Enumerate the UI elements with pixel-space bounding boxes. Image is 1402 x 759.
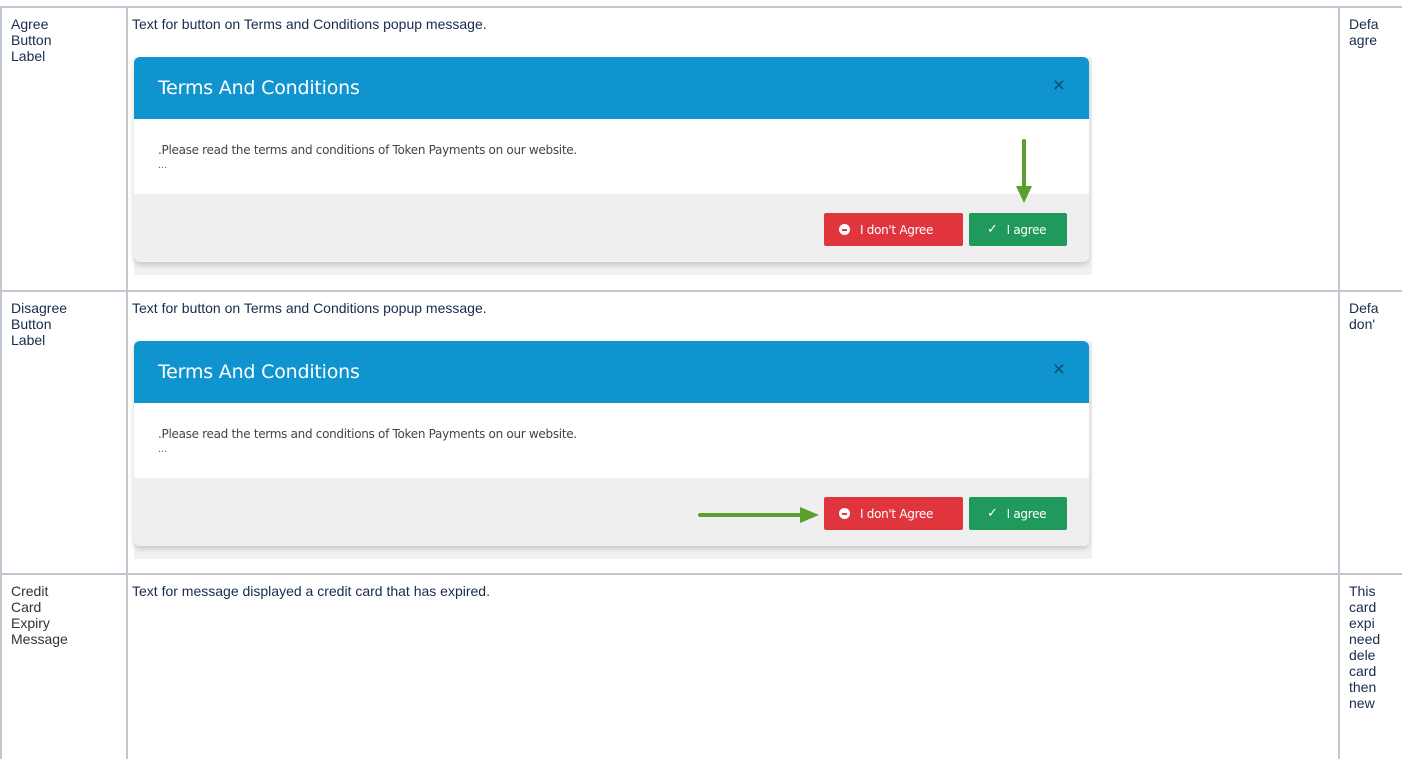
modal-body-text: .Please read the terms and conditions of… (158, 427, 577, 441)
close-icon[interactable]: × (1053, 358, 1065, 382)
check-icon: ✓ (987, 222, 998, 237)
parameters-table: Agree Button Label Text for button on Te… (0, 6, 1402, 759)
terms-modal: Terms And Conditions × .Please read the … (134, 341, 1089, 546)
agree-button-label: I agree (1006, 222, 1047, 237)
description-cell: Text for message displayed a credit card… (126, 575, 1338, 759)
parameter-name: Credit Card Expiry Message (11, 583, 68, 647)
parameter-description: Text for message displayed a credit card… (132, 583, 490, 599)
modal-body-text: .Please read the terms and conditions of… (158, 143, 577, 157)
modal-footer: I don't Agree ✓ I agree (134, 478, 1089, 546)
description-cell: Text for button on Terms and Conditions … (126, 292, 1338, 573)
agree-button[interactable]: ✓ I agree (969, 213, 1067, 246)
parameter-description: Text for button on Terms and Conditions … (132, 300, 487, 316)
default-cell: This card expi need dele card then new (1338, 575, 1402, 759)
minus-circle-icon (839, 508, 850, 519)
parameter-name: Disagree Button Label (11, 300, 68, 348)
modal-body-ellipsis: ... (158, 443, 168, 455)
parameter-default: Defa don' (1349, 300, 1379, 332)
parameter-default: This card expi need dele card then new (1349, 583, 1381, 711)
parameter-name: Agree Button Label (11, 16, 52, 64)
table-row: Credit Card Expiry Message Text for mess… (0, 573, 1402, 759)
disagree-button[interactable]: I don't Agree (824, 497, 963, 530)
disagree-button[interactable]: I don't Agree (824, 213, 963, 246)
screenshot-disagree: Terms And Conditions × .Please read the … (134, 341, 1092, 559)
modal-body: .Please read the terms and conditions of… (134, 119, 1089, 194)
modal-header: Terms And Conditions × (134, 341, 1089, 403)
default-cell: Defa agre (1338, 8, 1402, 290)
description-cell: Text for button on Terms and Conditions … (126, 8, 1338, 290)
parameter-default: Defa agre (1349, 16, 1379, 48)
parameter-description: Text for button on Terms and Conditions … (132, 16, 487, 32)
modal-body-ellipsis: ... (158, 159, 168, 171)
terms-modal: Terms And Conditions × .Please read the … (134, 57, 1089, 262)
minus-circle-icon (839, 224, 850, 235)
disagree-button-label: I don't Agree (860, 506, 934, 521)
arrow-right-icon (698, 507, 819, 523)
modal-title: Terms And Conditions (158, 361, 360, 383)
table-row: Disagree Button Label Text for button on… (0, 290, 1402, 573)
modal-title: Terms And Conditions (158, 77, 360, 99)
table-row: Agree Button Label Text for button on Te… (0, 6, 1402, 290)
default-cell: Defa don' (1338, 292, 1402, 573)
parameter-name-cell: Credit Card Expiry Message (0, 575, 126, 759)
modal-body: .Please read the terms and conditions of… (134, 403, 1089, 478)
modal-footer: I don't Agree ✓ I agree (134, 194, 1089, 262)
screenshot-agree: Terms And Conditions × .Please read the … (134, 57, 1092, 275)
modal-header: Terms And Conditions × (134, 57, 1089, 119)
agree-button[interactable]: ✓ I agree (969, 497, 1067, 530)
check-icon: ✓ (987, 506, 998, 521)
parameter-name-cell: Agree Button Label (0, 8, 126, 290)
close-icon[interactable]: × (1053, 74, 1065, 98)
parameter-name-cell: Disagree Button Label (0, 292, 126, 573)
disagree-button-label: I don't Agree (860, 222, 934, 237)
arrow-down-icon (1016, 139, 1032, 203)
agree-button-label: I agree (1006, 506, 1047, 521)
